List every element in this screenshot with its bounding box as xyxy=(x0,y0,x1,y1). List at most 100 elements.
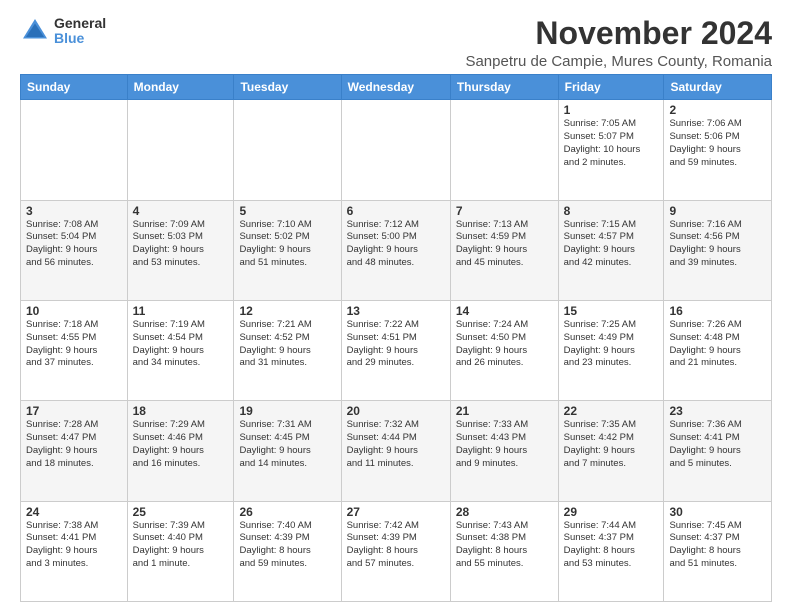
day-cell: 14Sunrise: 7:24 AMSunset: 4:50 PMDayligh… xyxy=(450,300,558,400)
day-number: 20 xyxy=(347,404,445,418)
calendar: Sunday Monday Tuesday Wednesday Thursday… xyxy=(20,74,772,602)
day-cell xyxy=(450,100,558,200)
day-cell: 10Sunrise: 7:18 AMSunset: 4:55 PMDayligh… xyxy=(21,300,128,400)
day-cell xyxy=(21,100,128,200)
day-info: Sunrise: 7:40 AMSunset: 4:39 PMDaylight:… xyxy=(239,520,335,571)
day-info: Sunrise: 7:31 AMSunset: 4:45 PMDaylight:… xyxy=(239,419,335,470)
title-section: November 2024 Sanpetru de Campie, Mures … xyxy=(465,16,772,70)
page: General Blue November 2024 Sanpetru de C… xyxy=(0,0,792,612)
day-number: 15 xyxy=(564,304,659,318)
calendar-table: Sunday Monday Tuesday Wednesday Thursday… xyxy=(20,74,772,602)
day-number: 1 xyxy=(564,103,659,117)
day-cell: 25Sunrise: 7:39 AMSunset: 4:40 PMDayligh… xyxy=(127,501,234,601)
day-cell: 9Sunrise: 7:16 AMSunset: 4:56 PMDaylight… xyxy=(664,200,772,300)
day-info: Sunrise: 7:08 AMSunset: 5:04 PMDaylight:… xyxy=(26,219,122,270)
col-wednesday: Wednesday xyxy=(341,75,450,100)
logo-icon xyxy=(20,16,50,46)
day-number: 8 xyxy=(564,204,659,218)
day-info: Sunrise: 7:36 AMSunset: 4:41 PMDaylight:… xyxy=(669,419,766,470)
day-cell: 1Sunrise: 7:05 AMSunset: 5:07 PMDaylight… xyxy=(558,100,664,200)
day-info: Sunrise: 7:39 AMSunset: 4:40 PMDaylight:… xyxy=(133,520,229,571)
month-title: November 2024 xyxy=(465,16,772,51)
day-number: 22 xyxy=(564,404,659,418)
day-info: Sunrise: 7:13 AMSunset: 4:59 PMDaylight:… xyxy=(456,219,553,270)
day-info: Sunrise: 7:12 AMSunset: 5:00 PMDaylight:… xyxy=(347,219,445,270)
day-cell: 11Sunrise: 7:19 AMSunset: 4:54 PMDayligh… xyxy=(127,300,234,400)
day-info: Sunrise: 7:18 AMSunset: 4:55 PMDaylight:… xyxy=(26,319,122,370)
day-cell: 13Sunrise: 7:22 AMSunset: 4:51 PMDayligh… xyxy=(341,300,450,400)
day-cell: 23Sunrise: 7:36 AMSunset: 4:41 PMDayligh… xyxy=(664,401,772,501)
day-cell: 19Sunrise: 7:31 AMSunset: 4:45 PMDayligh… xyxy=(234,401,341,501)
day-cell: 15Sunrise: 7:25 AMSunset: 4:49 PMDayligh… xyxy=(558,300,664,400)
day-number: 28 xyxy=(456,505,553,519)
day-cell xyxy=(127,100,234,200)
day-cell: 18Sunrise: 7:29 AMSunset: 4:46 PMDayligh… xyxy=(127,401,234,501)
day-info: Sunrise: 7:33 AMSunset: 4:43 PMDaylight:… xyxy=(456,419,553,470)
logo: General Blue xyxy=(20,16,106,47)
day-cell: 30Sunrise: 7:45 AMSunset: 4:37 PMDayligh… xyxy=(664,501,772,601)
day-number: 10 xyxy=(26,304,122,318)
day-info: Sunrise: 7:16 AMSunset: 4:56 PMDaylight:… xyxy=(669,219,766,270)
logo-text: General Blue xyxy=(54,16,106,47)
day-cell: 6Sunrise: 7:12 AMSunset: 5:00 PMDaylight… xyxy=(341,200,450,300)
day-info: Sunrise: 7:32 AMSunset: 4:44 PMDaylight:… xyxy=(347,419,445,470)
day-cell: 3Sunrise: 7:08 AMSunset: 5:04 PMDaylight… xyxy=(21,200,128,300)
day-number: 2 xyxy=(669,103,766,117)
day-info: Sunrise: 7:28 AMSunset: 4:47 PMDaylight:… xyxy=(26,419,122,470)
day-number: 29 xyxy=(564,505,659,519)
day-info: Sunrise: 7:38 AMSunset: 4:41 PMDaylight:… xyxy=(26,520,122,571)
day-number: 27 xyxy=(347,505,445,519)
header: General Blue November 2024 Sanpetru de C… xyxy=(20,16,772,70)
day-cell: 7Sunrise: 7:13 AMSunset: 4:59 PMDaylight… xyxy=(450,200,558,300)
day-info: Sunrise: 7:19 AMSunset: 4:54 PMDaylight:… xyxy=(133,319,229,370)
week-row-3: 10Sunrise: 7:18 AMSunset: 4:55 PMDayligh… xyxy=(21,300,772,400)
day-cell: 22Sunrise: 7:35 AMSunset: 4:42 PMDayligh… xyxy=(558,401,664,501)
location-subtitle: Sanpetru de Campie, Mures County, Romani… xyxy=(465,53,772,70)
col-tuesday: Tuesday xyxy=(234,75,341,100)
day-info: Sunrise: 7:45 AMSunset: 4:37 PMDaylight:… xyxy=(669,520,766,571)
day-cell: 27Sunrise: 7:42 AMSunset: 4:39 PMDayligh… xyxy=(341,501,450,601)
day-cell: 21Sunrise: 7:33 AMSunset: 4:43 PMDayligh… xyxy=(450,401,558,501)
day-number: 6 xyxy=(347,204,445,218)
day-info: Sunrise: 7:35 AMSunset: 4:42 PMDaylight:… xyxy=(564,419,659,470)
day-number: 30 xyxy=(669,505,766,519)
calendar-header-row: Sunday Monday Tuesday Wednesday Thursday… xyxy=(21,75,772,100)
day-number: 5 xyxy=(239,204,335,218)
day-number: 23 xyxy=(669,404,766,418)
day-info: Sunrise: 7:06 AMSunset: 5:06 PMDaylight:… xyxy=(669,118,766,169)
logo-blue: Blue xyxy=(54,31,106,46)
day-number: 19 xyxy=(239,404,335,418)
day-info: Sunrise: 7:44 AMSunset: 4:37 PMDaylight:… xyxy=(564,520,659,571)
day-info: Sunrise: 7:42 AMSunset: 4:39 PMDaylight:… xyxy=(347,520,445,571)
day-cell: 8Sunrise: 7:15 AMSunset: 4:57 PMDaylight… xyxy=(558,200,664,300)
day-number: 9 xyxy=(669,204,766,218)
col-thursday: Thursday xyxy=(450,75,558,100)
week-row-2: 3Sunrise: 7:08 AMSunset: 5:04 PMDaylight… xyxy=(21,200,772,300)
day-info: Sunrise: 7:15 AMSunset: 4:57 PMDaylight:… xyxy=(564,219,659,270)
day-cell: 20Sunrise: 7:32 AMSunset: 4:44 PMDayligh… xyxy=(341,401,450,501)
day-number: 12 xyxy=(239,304,335,318)
day-info: Sunrise: 7:25 AMSunset: 4:49 PMDaylight:… xyxy=(564,319,659,370)
day-cell: 17Sunrise: 7:28 AMSunset: 4:47 PMDayligh… xyxy=(21,401,128,501)
day-cell: 2Sunrise: 7:06 AMSunset: 5:06 PMDaylight… xyxy=(664,100,772,200)
day-cell: 5Sunrise: 7:10 AMSunset: 5:02 PMDaylight… xyxy=(234,200,341,300)
col-monday: Monday xyxy=(127,75,234,100)
day-cell: 4Sunrise: 7:09 AMSunset: 5:03 PMDaylight… xyxy=(127,200,234,300)
week-row-1: 1Sunrise: 7:05 AMSunset: 5:07 PMDaylight… xyxy=(21,100,772,200)
day-number: 14 xyxy=(456,304,553,318)
day-info: Sunrise: 7:21 AMSunset: 4:52 PMDaylight:… xyxy=(239,319,335,370)
col-friday: Friday xyxy=(558,75,664,100)
day-number: 16 xyxy=(669,304,766,318)
day-info: Sunrise: 7:29 AMSunset: 4:46 PMDaylight:… xyxy=(133,419,229,470)
day-cell: 29Sunrise: 7:44 AMSunset: 4:37 PMDayligh… xyxy=(558,501,664,601)
day-number: 3 xyxy=(26,204,122,218)
day-cell: 28Sunrise: 7:43 AMSunset: 4:38 PMDayligh… xyxy=(450,501,558,601)
day-number: 18 xyxy=(133,404,229,418)
day-cell: 24Sunrise: 7:38 AMSunset: 4:41 PMDayligh… xyxy=(21,501,128,601)
day-info: Sunrise: 7:09 AMSunset: 5:03 PMDaylight:… xyxy=(133,219,229,270)
day-number: 4 xyxy=(133,204,229,218)
day-info: Sunrise: 7:24 AMSunset: 4:50 PMDaylight:… xyxy=(456,319,553,370)
day-number: 17 xyxy=(26,404,122,418)
day-info: Sunrise: 7:43 AMSunset: 4:38 PMDaylight:… xyxy=(456,520,553,571)
day-number: 13 xyxy=(347,304,445,318)
